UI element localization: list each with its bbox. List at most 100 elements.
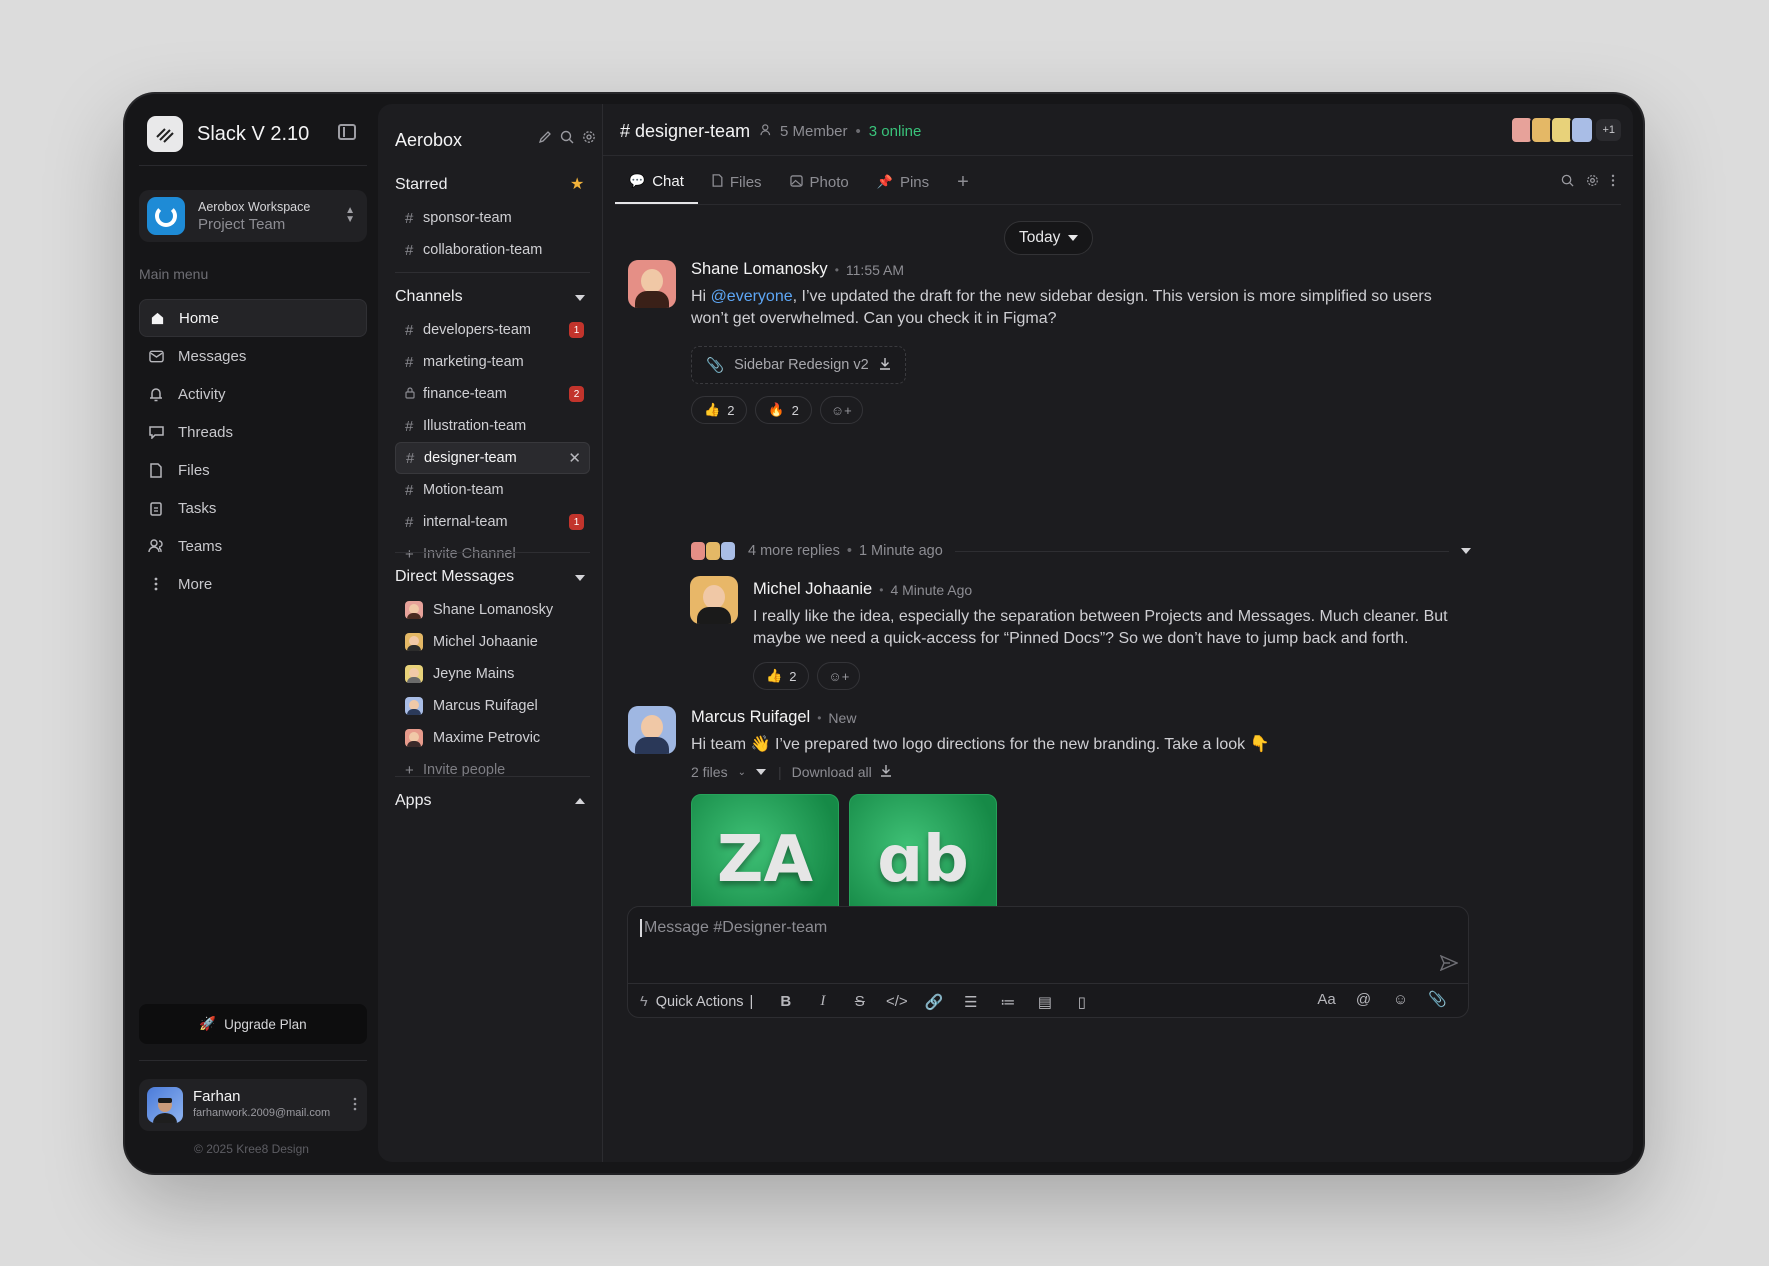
divider	[395, 272, 590, 273]
more-vertical-icon[interactable]	[1611, 174, 1615, 190]
file-attachment[interactable]: 📎 Sidebar Redesign v2	[691, 346, 906, 384]
message-input[interactable]: Message #Designer-team	[640, 919, 827, 937]
chat-icon	[148, 424, 164, 440]
starred-list: # sponsor-team # collaboration-team	[395, 202, 590, 266]
home-icon	[149, 310, 165, 326]
channel-item[interactable]: # developers-team 1	[395, 314, 590, 346]
channel-item[interactable]: # marketing-team	[395, 346, 590, 378]
users-icon	[760, 123, 774, 140]
tab-files[interactable]: Files	[698, 160, 776, 204]
gear-icon[interactable]	[1586, 174, 1599, 190]
bullet-list-icon[interactable]: ≔	[989, 993, 1026, 1011]
avatar	[691, 542, 705, 560]
blockquote-icon[interactable]: ▤	[1026, 993, 1063, 1011]
chevron-down-icon[interactable]	[575, 575, 585, 581]
at-mention-icon[interactable]: @	[1345, 990, 1382, 1008]
channel-item[interactable]: # Illustration-team	[395, 410, 590, 442]
download-all-link[interactable]: Download all	[792, 764, 872, 780]
chevron-up-icon[interactable]	[575, 798, 585, 804]
dm-item[interactable]: Shane Lomanosky	[395, 594, 590, 626]
download-icon[interactable]	[879, 357, 891, 374]
author-name[interactable]: Shane Lomanosky	[691, 260, 828, 279]
gear-icon[interactable]	[582, 130, 596, 149]
dm-item[interactable]: Marcus Ruifagel	[395, 690, 590, 722]
chevron-down-icon[interactable]	[755, 769, 766, 775]
nav-item-activity[interactable]: Activity	[139, 375, 367, 413]
replies-time: 1 Minute ago	[858, 543, 943, 559]
files-count[interactable]: 2 files	[691, 764, 728, 780]
nav-label: More	[178, 575, 213, 593]
nav-item-teams[interactable]: Teams	[139, 527, 367, 565]
invite-channel-button[interactable]: + Invite Channel	[395, 538, 590, 570]
strikethrough-icon[interactable]: S	[841, 993, 878, 1010]
star-icon[interactable]: ★	[570, 174, 584, 194]
user-profile[interactable]: Farhan farhanwork.2009@mail.com	[139, 1079, 367, 1131]
send-icon[interactable]	[1439, 954, 1459, 976]
search-icon[interactable]	[560, 130, 574, 149]
link-icon[interactable]: 🔗	[915, 993, 952, 1011]
channel-name: designer-team	[424, 450, 517, 466]
channel-item[interactable]: finance-team 2	[395, 378, 590, 410]
avatar[interactable]	[628, 260, 676, 308]
reaction-fire[interactable]: 🔥 2	[755, 396, 812, 424]
lock-icon	[405, 386, 423, 403]
italic-icon[interactable]: I	[804, 993, 841, 1010]
add-reaction-button[interactable]: ☺+	[819, 396, 863, 424]
chevron-updown-icon: ▲ ▼	[345, 205, 355, 225]
date-divider[interactable]: Today	[1004, 221, 1094, 255]
nav-item-more[interactable]: More	[139, 565, 367, 603]
user-name: Farhan	[193, 1088, 241, 1105]
dm-item[interactable]: Michel Johaanie	[395, 626, 590, 658]
channel-item[interactable]: # sponsor-team	[395, 202, 590, 234]
paperclip-icon[interactable]: 📎	[1419, 990, 1456, 1008]
chevron-down-icon[interactable]	[575, 295, 585, 301]
numbered-list-icon[interactable]: ☰	[952, 993, 989, 1011]
channel-item[interactable]: # collaboration-team	[395, 234, 590, 266]
invite-people-button[interactable]: + Invite people	[395, 754, 590, 786]
avatar[interactable]	[690, 576, 738, 624]
close-icon[interactable]: ✕	[568, 449, 581, 467]
edit-icon[interactable]	[538, 130, 552, 149]
add-tab-button[interactable]: +	[943, 160, 969, 204]
reaction-thumbs-up[interactable]: 👍2	[691, 396, 748, 424]
nav-label: Activity	[178, 385, 226, 403]
apps-title: Apps	[395, 792, 432, 809]
code-block-icon[interactable]: ▯	[1063, 993, 1100, 1011]
author-name[interactable]: Michel Johaanie	[753, 580, 872, 599]
add-reaction-button[interactable]: ☺+	[817, 662, 861, 690]
tab-label: Chat	[652, 172, 684, 190]
avatar[interactable]	[628, 706, 676, 754]
tab-pins[interactable]: 📌 Pins	[863, 160, 943, 204]
chevron-down-icon[interactable]: ⌄	[738, 767, 746, 778]
nav-item-threads[interactable]: Threads	[139, 413, 367, 451]
emoji-icon[interactable]: ☺	[1382, 990, 1419, 1008]
tab-photo[interactable]: Photo	[776, 160, 863, 204]
channel-item-active[interactable]: # designer-team ✕	[395, 442, 590, 474]
tab-chat[interactable]: 💬 Chat	[615, 160, 698, 204]
channel-item[interactable]: # internal-team 1	[395, 506, 590, 538]
quick-actions-button[interactable]: Quick Actions	[656, 994, 744, 1010]
search-icon[interactable]	[1561, 174, 1574, 190]
workspace-switcher[interactable]: Aerobox Workspace Project Team ▲ ▼	[139, 190, 367, 242]
tab-label: Photo	[809, 173, 849, 191]
sidebar-toggle-icon[interactable]	[338, 124, 356, 140]
thread-replies-toggle[interactable]: 4 more replies • 1 Minute ago	[691, 542, 1471, 560]
reaction-thumbs-up[interactable]: 👍2	[753, 662, 810, 690]
nav-item-files[interactable]: Files	[139, 451, 367, 489]
nav-item-home[interactable]: Home	[139, 299, 367, 337]
code-icon[interactable]: </>	[878, 993, 915, 1010]
bold-icon[interactable]: B	[767, 993, 804, 1010]
upgrade-plan-button[interactable]: 🚀 Upgrade Plan	[139, 1004, 367, 1044]
dm-item[interactable]: Maxime Petrovic	[395, 722, 590, 754]
member-count[interactable]: 5 Member	[780, 123, 848, 140]
nav-item-messages[interactable]: Messages	[139, 337, 367, 375]
mention-link[interactable]: @everyone	[711, 288, 793, 305]
channel-item[interactable]: # Motion-team	[395, 474, 590, 506]
more-vertical-icon[interactable]	[353, 1097, 357, 1116]
author-name[interactable]: Marcus Ruifagel	[691, 708, 810, 727]
nav-item-tasks[interactable]: Tasks	[139, 489, 367, 527]
download-icon[interactable]	[880, 764, 892, 780]
text-format-icon[interactable]: Aa	[1308, 990, 1345, 1008]
dm-item[interactable]: Jeyne Mains	[395, 658, 590, 690]
member-avatars[interactable]: +1	[1510, 116, 1621, 144]
